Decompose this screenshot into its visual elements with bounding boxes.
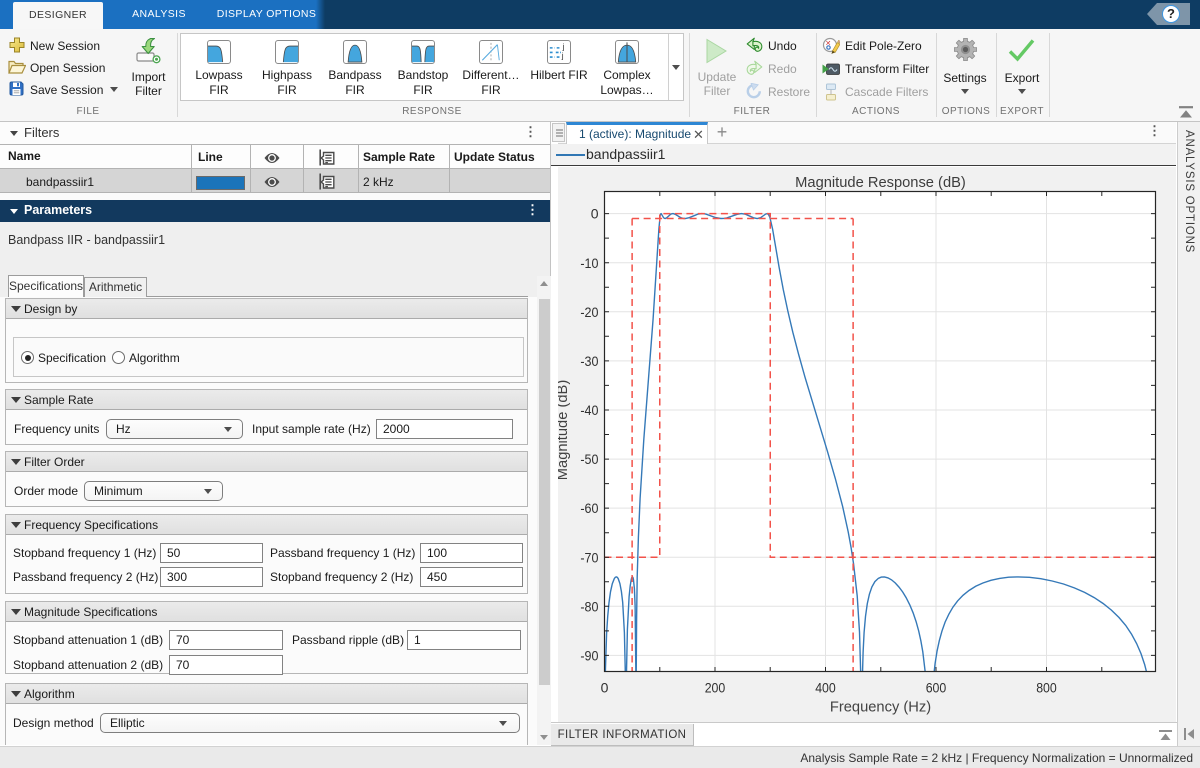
svg-text:-70: -70 xyxy=(580,549,598,565)
svg-text:-40: -40 xyxy=(580,402,598,418)
svg-text:400: 400 xyxy=(815,680,836,696)
svg-text:-80: -80 xyxy=(580,598,598,614)
svg-text:-30: -30 xyxy=(580,353,598,369)
svg-text:200: 200 xyxy=(705,680,726,696)
svg-text:800: 800 xyxy=(1036,680,1057,696)
svg-text:600: 600 xyxy=(926,680,947,696)
svg-text:0: 0 xyxy=(601,680,609,696)
svg-text:j: j xyxy=(561,51,564,60)
svg-text:Frequency (Hz): Frequency (Hz) xyxy=(830,700,931,716)
svg-text:-10: -10 xyxy=(580,255,598,271)
svg-text:-90: -90 xyxy=(580,648,598,664)
svg-text:0: 0 xyxy=(591,206,599,222)
svg-text:j: j xyxy=(562,42,565,51)
svg-text:-60: -60 xyxy=(580,500,598,516)
svg-text:Magnitude Response (dB): Magnitude Response (dB) xyxy=(795,175,966,191)
svg-text:-50: -50 xyxy=(580,451,598,467)
svg-text:-20: -20 xyxy=(580,304,598,320)
svg-text:Magnitude (dB): Magnitude (dB) xyxy=(558,380,571,480)
